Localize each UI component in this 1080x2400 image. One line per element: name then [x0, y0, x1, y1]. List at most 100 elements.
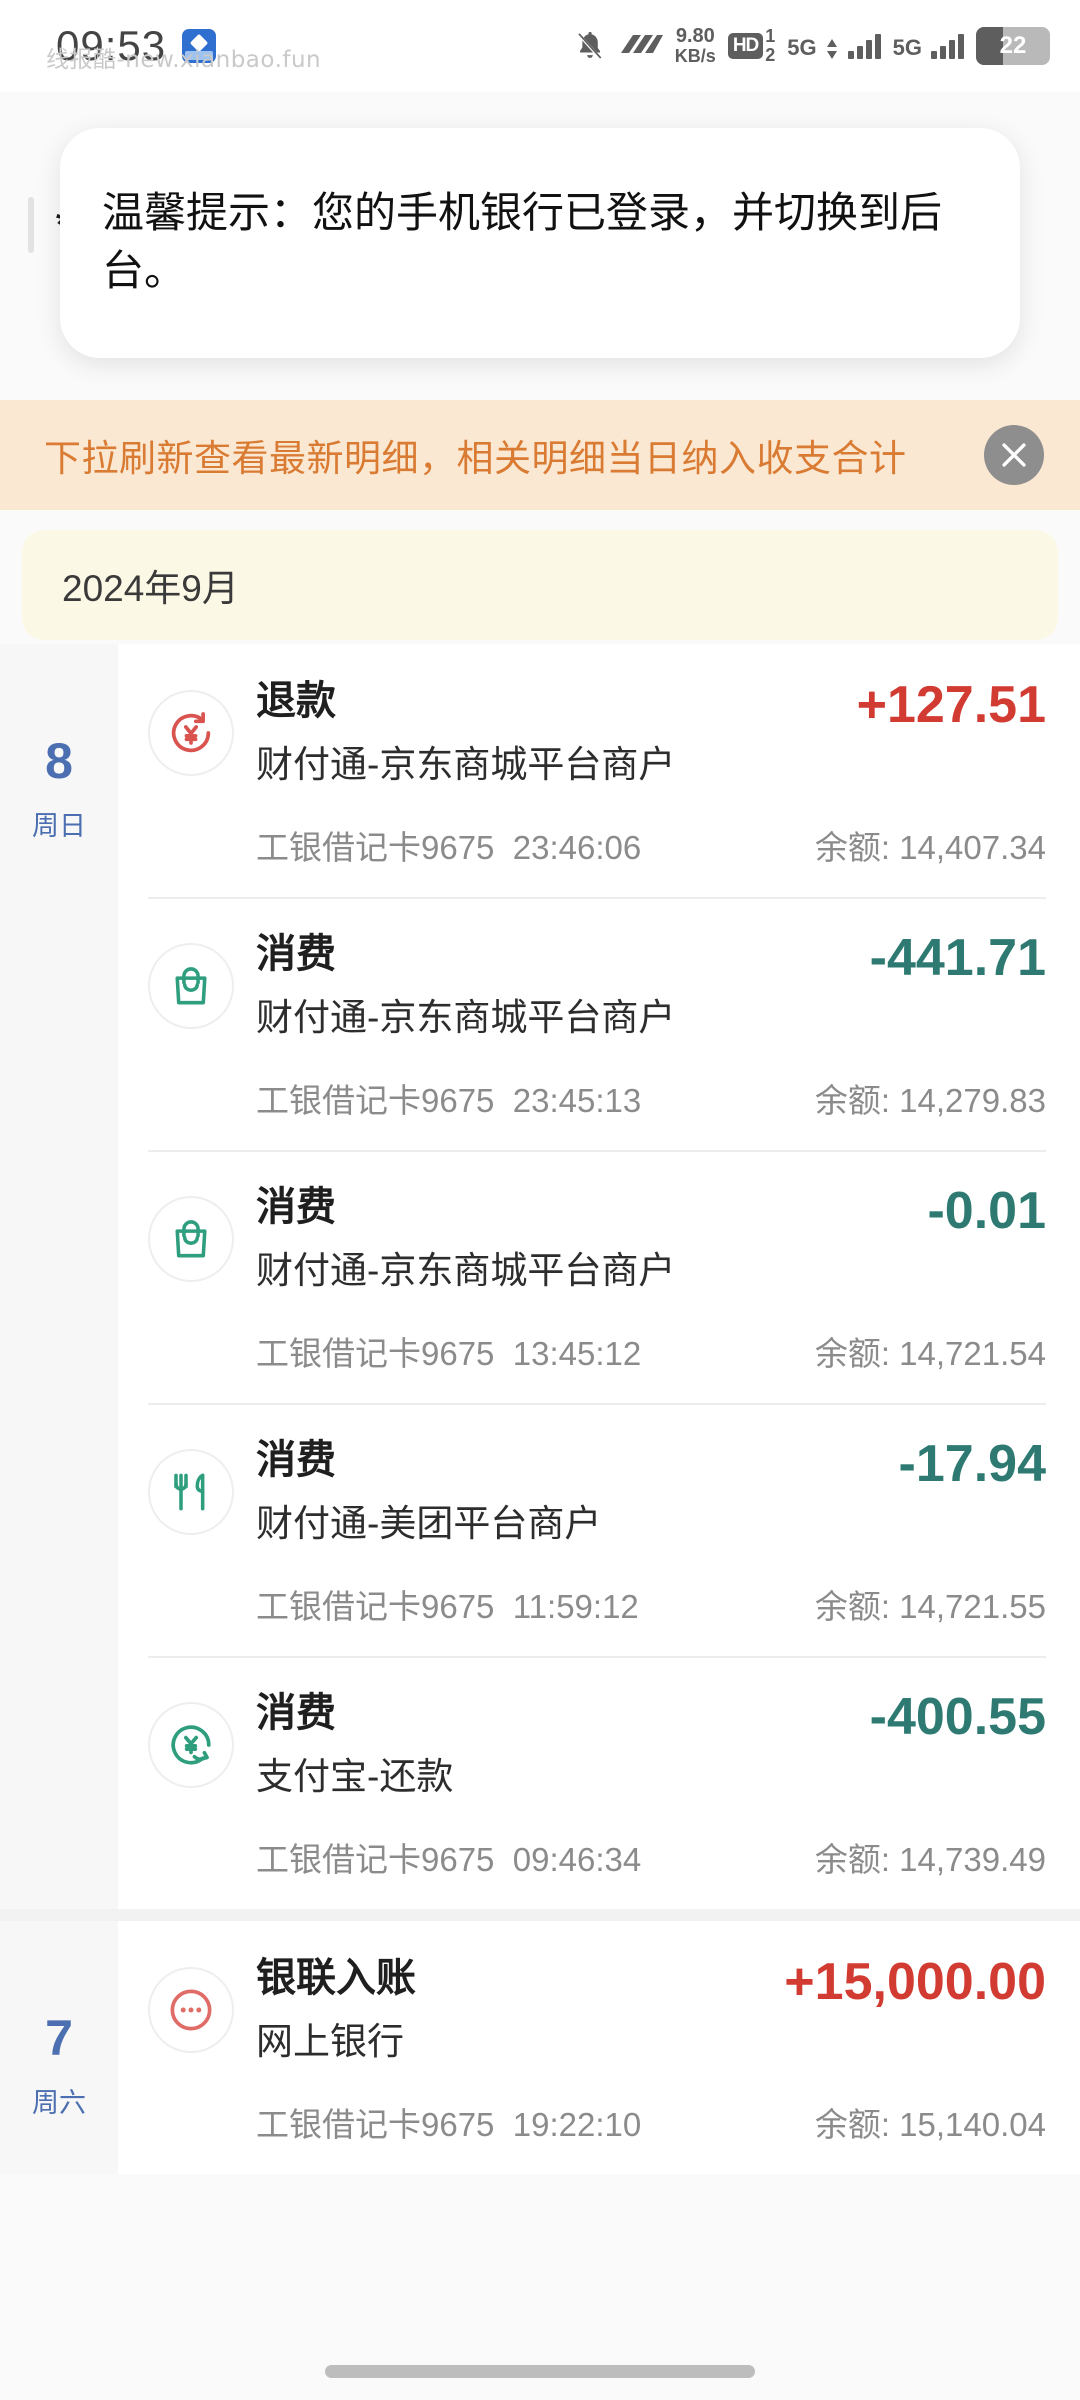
transaction-time: 09:46:34 [512, 1840, 642, 1878]
app-screen: 09:53 9.80 KB/s HD 1 2 5G 5G 22 温馨提示：您的手… [0, 0, 1080, 2400]
transaction-balance: 余额: 14,721.55 [814, 1587, 1046, 1625]
transaction-time: 11:59:12 [512, 1587, 639, 1625]
transaction-row[interactable]: 消费 -441.71 财付通-京东商城平台商户工银借记卡9675 23:45:13 余… [118, 896, 1080, 1150]
transaction-merchant: 财付通-京东商城平台商户 [256, 1249, 676, 1291]
day-transactions: 退款 +127.51 财付通-京东商城平台商户 工银借记卡9675 23:46:06 余… [118, 644, 1080, 1909]
transaction-balance: 余额: 14,279.83 [814, 1081, 1046, 1119]
day-number: 7 [45, 2009, 73, 2066]
more-dots-circle-icon [148, 1966, 234, 2053]
home-indicator[interactable] [325, 2365, 755, 2378]
transaction-body: 消费 -17.94 财付通-美团平台商户工银借记卡9675 11:59:12 余额: … [256, 1437, 1046, 1628]
status-bar-indicators: 9.80 KB/s HD 1 2 5G 5G 22 [573, 26, 1050, 66]
transaction-card: 工银借记卡9675 [256, 1081, 495, 1119]
restaurant-icon [148, 1448, 234, 1535]
vpn-arrows-icon [619, 31, 663, 61]
sim2-bars [931, 33, 964, 59]
transaction-amount: -17.94 [898, 1434, 1046, 1493]
transaction-title: 退款 [256, 679, 336, 723]
day-transactions: 银联入账 +15,000.00 网上银行工银借记卡9675 19:22:10 余额: … [118, 1921, 1080, 2174]
transaction-row[interactable]: 消费 -400.55 支付宝-还款工银借记卡9675 09:46:34 余额: 14,… [118, 1655, 1080, 1909]
transaction-amount: -441.71 [869, 928, 1046, 987]
transaction-title: 银联入账 [256, 1955, 416, 2000]
day-group: 7 周六 银联入账 +15,000.00 网上银行工银借记卡9675 19:22:10 余… [0, 1908, 1080, 2174]
transaction-balance: 余额: 14,721.54 [814, 1334, 1046, 1372]
transaction-meta-line: 工银借记卡9675 23:46:06 余额: 14,407.34 [256, 821, 1046, 869]
transaction-primary-line: 消费 -0.01 [256, 1184, 1046, 1239]
transaction-amount: -0.01 [927, 1181, 1046, 1240]
toast-message: 温馨提示：您的手机银行已登录，并切换到后台。 [102, 189, 943, 294]
battery-percent-label: 22 [999, 32, 1027, 59]
transaction-row[interactable]: 退款 +127.51 财付通-京东商城平台商户工银借记卡9675 23:46:06 余… [118, 644, 1080, 897]
transaction-merchant: 财付通-京东商城平台商户 [256, 743, 676, 785]
transaction-merchant: 财付通-京东商城平台商户 [256, 996, 676, 1038]
transaction-primary-line: 消费 -400.55 [256, 1690, 1046, 1745]
sim2-signal: 5G [893, 33, 964, 59]
transaction-card-and-time: 工银借记卡9675 09:46:34 [256, 1833, 641, 1881]
transaction-body: 银联入账 +15,000.00 网上银行工银借记卡9675 19:22:10 余额: … [256, 1955, 1046, 2146]
transaction-card-and-time: 工银借记卡9675 19:22:10 [256, 2098, 641, 2146]
battery-indicator: 22 [976, 27, 1050, 65]
toast-notification[interactable]: 温馨提示：您的手机银行已登录，并切换到后台。 [60, 128, 1020, 358]
shopping-bag-icon [148, 1195, 234, 1282]
transaction-title: 消费 [256, 1437, 336, 1482]
day-weekday: 周六 [32, 2087, 86, 2118]
transaction-merchant: 网上银行 [256, 2020, 404, 2062]
day-weekday: 周日 [32, 811, 86, 841]
day-group: 8 周日 退款 +127.51 财付通-京东商城平台商户 工银借记卡9675 23:46:… [0, 644, 1080, 1909]
transaction-card: 工银借记卡9675 [256, 828, 495, 866]
transaction-card: 工银借记卡9675 [256, 1587, 495, 1625]
transaction-meta-line: 工银借记卡9675 23:45:13 余额: 14,279.83 [256, 1074, 1046, 1122]
transaction-meta-line: 工银借记卡9675 13:45:12 余额: 14,721.54 [256, 1327, 1046, 1375]
transaction-card-and-time: 工银借记卡9675 23:46:06 [256, 821, 641, 869]
transaction-merchant: 支付宝-还款 [256, 1755, 454, 1797]
transaction-meta-line: 工银借记卡9675 19:22:10 余额: 15,140.04 [256, 2098, 1046, 2146]
day-number: 8 [45, 733, 73, 789]
transaction-merchant: 财付通-美团平台商户 [256, 1502, 602, 1544]
day-column: 7 周六 [0, 1920, 118, 2174]
month-header: 2024年9月 [22, 530, 1058, 640]
transaction-balance: 余额: 15,140.04 [814, 2105, 1046, 2143]
transaction-primary-line: 消费 -441.71 [256, 931, 1046, 986]
transaction-time: 13:45:12 [512, 1334, 642, 1372]
refund-yuan-icon [148, 690, 234, 776]
close-icon[interactable] [984, 425, 1044, 485]
transaction-card: 工银借记卡9675 [256, 1334, 495, 1372]
network-speed: 9.80 KB/s [674, 25, 716, 66]
app-badge-icon [182, 29, 217, 63]
day-column: 8 周日 [0, 644, 118, 1909]
transaction-row[interactable]: 消费 -0.01 财付通-京东商城平台商户工银借记卡9675 13:45:12 余额:… [118, 1149, 1080, 1403]
sim1-label: 5G [787, 35, 817, 60]
data-updown-icon [826, 39, 838, 59]
transaction-time: 23:45:13 [512, 1081, 642, 1119]
transaction-time: 19:22:10 [512, 2105, 642, 2143]
status-bar-clock: 09:53 [56, 22, 167, 69]
transaction-primary-line: 消费 -17.94 [256, 1437, 1046, 1492]
month-label: 2024年9月 [62, 568, 239, 609]
transaction-list[interactable]: 8 周日 退款 +127.51 财付通-京东商城平台商户 工银借记卡9675 23:46:… [0, 644, 1080, 2174]
transaction-row[interactable]: 银联入账 +15,000.00 网上银行工银借记卡9675 19:22:10 余额: … [118, 1921, 1080, 2174]
transaction-amount: +15,000.00 [784, 1952, 1046, 2011]
refresh-hint-text: 下拉刷新查看最新明细，相关明细当日纳入收支合计 [44, 438, 907, 479]
transaction-title: 消费 [256, 931, 336, 976]
repayment-yuan-icon [148, 1701, 234, 1788]
transaction-body: 消费 -441.71 财付通-京东商城平台商户工银借记卡9675 23:45:13 余… [256, 931, 1046, 1122]
sim-slots-label: 1 2 [765, 26, 776, 65]
shopping-bag-icon [148, 942, 234, 1029]
transaction-meta-line: 工银借记卡9675 09:46:34 余额: 14,739.49 [256, 1833, 1046, 1881]
sim1-signal: 5G [787, 33, 881, 60]
account-accent-bar [28, 197, 34, 253]
transaction-amount: +127.51 [856, 676, 1046, 734]
hd-label: HD [727, 33, 764, 59]
transaction-card: 工银借记卡9675 [256, 2105, 495, 2143]
transaction-title: 消费 [256, 1690, 336, 1735]
transaction-card-and-time: 工银借记卡9675 23:45:13 [256, 1074, 641, 1122]
hd-voice-icon: HD 1 2 [727, 26, 776, 65]
transaction-card-and-time: 工银借记卡9675 11:59:12 [256, 1580, 639, 1628]
transaction-body: 退款 +127.51 财付通-京东商城平台商户工银借记卡9675 23:46:06 余… [256, 678, 1046, 869]
transaction-row[interactable]: 消费 -17.94 财付通-美团平台商户工银借记卡9675 11:59:12 余额: … [118, 1402, 1080, 1656]
sim1-bars [847, 33, 881, 59]
transaction-body: 消费 -400.55 支付宝-还款工银借记卡9675 09:46:34 余额: 14,… [256, 1690, 1046, 1881]
close-icon-glyph [1002, 443, 1026, 467]
transaction-time: 23:46:06 [512, 828, 642, 866]
transaction-meta-line: 工银借记卡9675 11:59:12 余额: 14,721.55 [256, 1580, 1046, 1628]
